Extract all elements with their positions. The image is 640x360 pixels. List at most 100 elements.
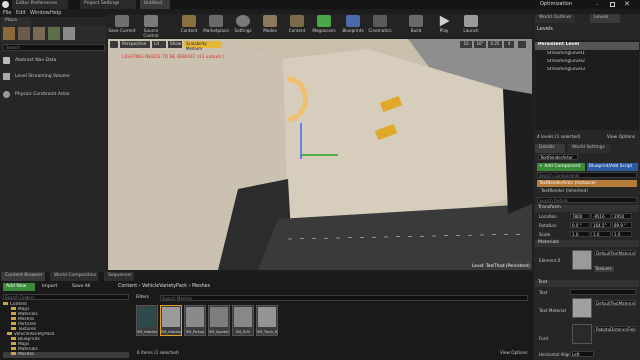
tab-levels[interactable]: Levels [590,14,620,23]
blueprints-button[interactable]: Blueprints [339,14,367,38]
modes-search-input[interactable]: Search [3,44,105,51]
tab-world-settings[interactable]: World Settings [568,144,610,153]
breadcrumb-1[interactable]: VehicleVarietyPack [142,284,187,289]
levels-menu-title[interactable]: Levels [537,26,553,32]
viewport[interactable]: Perspective Lit Show Scalability: Medium… [108,39,532,270]
paint-mode-icon[interactable] [18,27,30,40]
maximize-viewport-icon[interactable] [518,41,526,48]
scale-y[interactable]: 1.0 [591,231,611,237]
landscape-mode-icon[interactable] [33,27,45,40]
show-button[interactable]: Show [168,41,182,48]
source-control-button[interactable]: Source Control [137,14,165,38]
text-input[interactable] [570,289,636,295]
font-thumbnail[interactable] [572,324,592,344]
breadcrumb-0[interactable]: Content [118,284,137,289]
play-button[interactable]: Play [430,14,458,38]
actor-name-input[interactable]: TextRenderActor [538,154,578,160]
level-row-0[interactable]: Persistent Level [535,42,639,50]
location-y[interactable]: -9516 [591,213,611,219]
blueprint-script-button[interactable]: Blueprint/Add Script [587,163,638,171]
level-row-3[interactable]: StreamingLevel3 [535,67,639,75]
level-row-2[interactable]: StreamingLevel2 [535,59,639,67]
component-row[interactable]: TextRender (Inherited) [537,188,637,195]
asset-tile-5[interactable]: SM_Truck_Box [256,305,278,336]
rotation-y[interactable]: 164.5° [591,222,611,228]
tab-details[interactable]: Details [535,144,565,153]
material-dropdown[interactable]: DefaultTextMaterialOpaque [594,250,636,256]
import-button[interactable]: Import [40,283,66,291]
launch-button[interactable]: Launch [457,14,485,38]
foliage-mode-icon[interactable] [48,27,60,40]
rotation-z[interactable]: 89.9 ° [612,222,632,228]
build-button[interactable]: Build [402,14,430,38]
asset-tile-2[interactable]: SM_Pickup [184,305,206,336]
save-all-button[interactable]: Save All [70,283,100,291]
halign-dropdown[interactable]: Left [570,351,594,357]
content-view-options[interactable]: View Options [500,350,527,355]
window-tab-1[interactable]: Project Settings [80,0,136,9]
asset-tile-3[interactable]: SM_SportsCar [208,305,230,336]
location-z[interactable]: 2950 [612,213,632,219]
tab-world-composition[interactable]: World Composition [50,272,98,281]
asset-tile-1[interactable]: SM_Hatchback [160,305,182,336]
modes-button[interactable]: Modes [256,14,284,38]
scale-x[interactable]: 1.0 [570,231,590,237]
scalability-badge[interactable]: Scalability: Medium [184,41,222,51]
lit-button[interactable]: Lit [152,41,166,48]
search-assets-input[interactable]: Search Meshes [160,295,528,301]
actor-instance-row[interactable]: TextRenderActor (Instance) [537,180,637,187]
menu-file[interactable]: File [3,10,11,16]
snap-scale-field[interactable]: 0.25 [488,41,502,48]
content-button[interactable]: Content [175,14,203,38]
location-x[interactable]: 7800 [570,213,590,219]
menu-edit[interactable]: Edit [16,10,26,16]
content-button-2[interactable]: Content [283,14,311,38]
maximize-icon[interactable] [610,2,615,7]
menu-window[interactable]: Window [30,10,50,16]
levels-view-options[interactable]: View Options [607,135,635,140]
minimize-icon[interactable]: – [596,2,604,8]
asset-tile-4[interactable]: SM_SUV [232,305,254,336]
place-item-0[interactable]: Abstract Nav Data [3,55,103,67]
rotation-x[interactable]: 0.0 ° [570,222,590,228]
place-mode-icon[interactable] [3,27,15,40]
place-item-1[interactable]: Level Streaming Volume [3,71,103,83]
search-components-input[interactable]: Search Components [537,172,637,178]
search-details-input[interactable]: Search Details [537,197,637,203]
cinematics-button[interactable]: Cinematics [366,14,394,38]
material-thumbnail[interactable] [572,250,592,270]
settings-button[interactable]: Settings [229,14,257,38]
asset-tile-0[interactable]: SM_Hatchback [136,305,158,336]
text-header[interactable]: Text [535,280,639,287]
search-folders-input[interactable]: Search Folders [3,294,129,300]
menu-help[interactable]: Help [50,10,61,16]
filters-button[interactable]: Filters [136,295,158,301]
scale-z[interactable]: 1.0 [612,231,632,237]
tab-content-browser[interactable]: Content Browser [1,272,45,281]
perspective-button[interactable]: Perspective [120,41,150,48]
window-tab-2[interactable]: Untitled [140,0,170,9]
save-current-button[interactable]: Save Current [108,14,136,38]
tab-sequencer[interactable]: Sequencer [104,272,134,281]
close-icon[interactable]: ✕ [624,0,630,8]
font-dropdown[interactable]: RobotoDistanceField [594,326,636,332]
text-material-thumbnail[interactable] [572,298,592,318]
folder-meshes-2[interactable]: Meshes [3,352,129,358]
modes-tab-place[interactable]: Place [1,17,31,26]
megascans-button[interactable]: Megascans [310,14,338,38]
add-component-button[interactable]: + Add Component [537,163,585,171]
marketplace-button[interactable]: Marketplace [202,14,230,38]
window-tab-0[interactable]: Editor Preferences [12,0,68,9]
textures-dropdown[interactable]: Textures [594,266,614,272]
materials-header[interactable]: Materials [535,240,639,247]
camera-speed-field[interactable]: 4 [504,41,514,48]
breadcrumb-2[interactable]: Meshes [192,284,210,289]
level-row-1[interactable]: StreamingLevel1 [535,51,639,59]
viewport-options-button[interactable] [110,41,118,48]
tab-world-outliner[interactable]: World Outliner [535,14,575,23]
text-material-dropdown[interactable]: DefaultTextMaterialOpaque [594,300,636,306]
snap-translate-field[interactable]: 10 [460,41,472,48]
snap-rotate-field[interactable]: 10° [474,41,486,48]
geometry-mode-icon[interactable] [63,27,75,40]
place-item-2[interactable]: Physics Constraint Actor [3,89,103,101]
